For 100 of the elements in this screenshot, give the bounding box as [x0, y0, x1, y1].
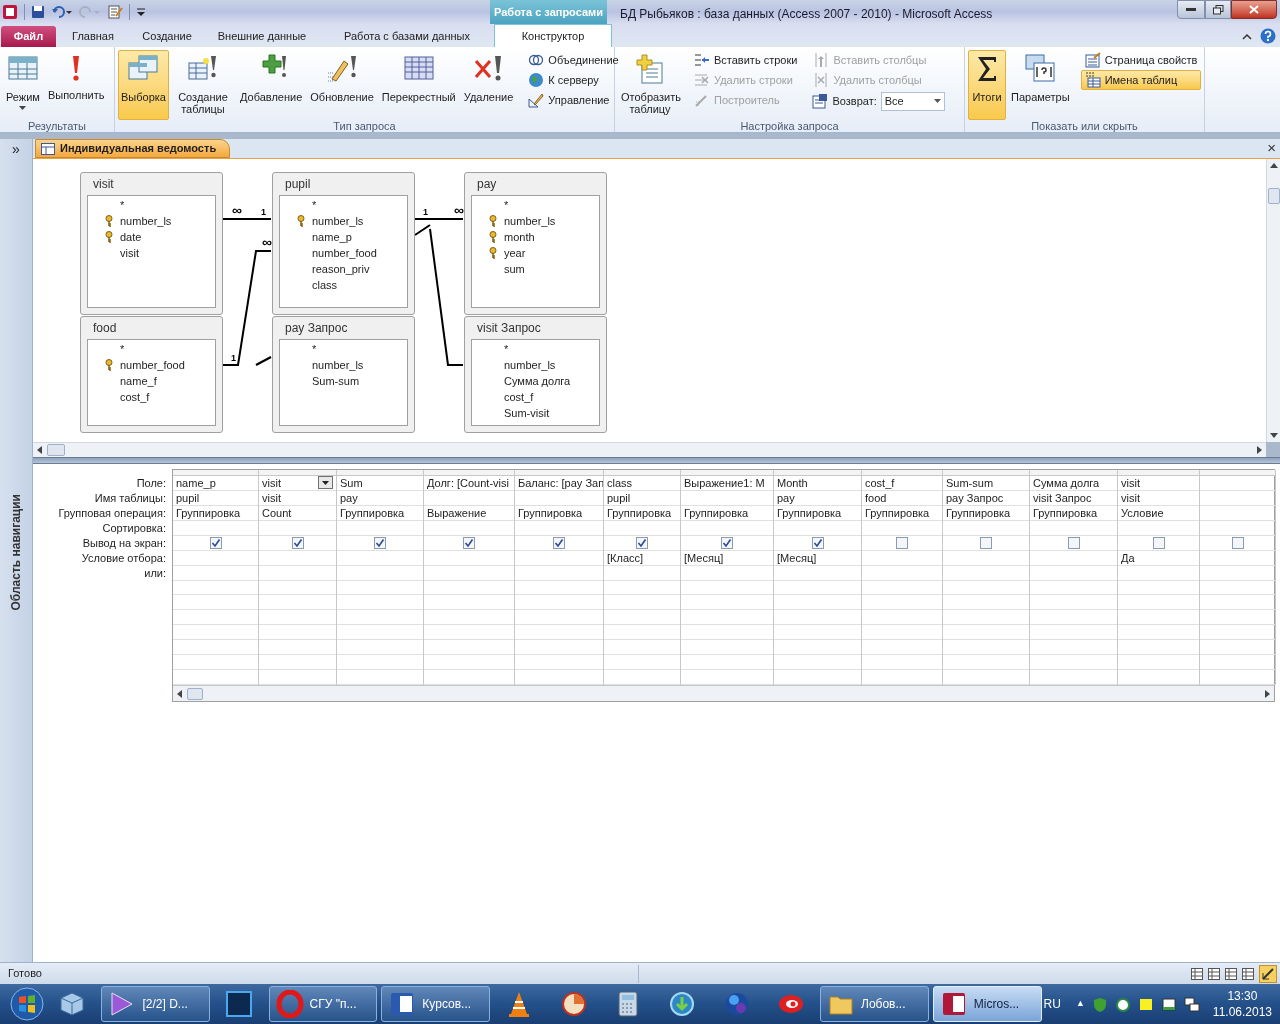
taskbar-button[interactable]: Лобов...: [820, 986, 929, 1022]
join-line[interactable]: [255, 356, 272, 366]
taskbar-button[interactable]: Курсов...: [381, 986, 491, 1022]
field-name[interactable]: number_ls: [312, 212, 364, 230]
show-checkbox[interactable]: [374, 536, 386, 549]
field-cell[interactable]: Sum-sum: [946, 475, 994, 490]
show-checkbox[interactable]: [980, 536, 992, 549]
ribbon-tab[interactable]: Внешние данные: [204, 26, 320, 47]
table-cell[interactable]: pay: [777, 490, 795, 505]
close-button[interactable]: [1231, 0, 1277, 19]
table-cell[interactable]: pupil: [607, 490, 631, 505]
field-name[interactable]: date: [120, 228, 142, 246]
pivot-table-icon[interactable]: [1208, 967, 1220, 980]
field-name[interactable]: *: [312, 196, 317, 214]
ribbon-button[interactable]: Выборка: [118, 50, 169, 120]
table-cell[interactable]: pay Запрос: [946, 490, 1004, 505]
field-name[interactable]: Сумма долга: [504, 372, 571, 390]
show-checkbox[interactable]: [1231, 536, 1244, 549]
field-name[interactable]: cost_f: [120, 388, 150, 406]
show-checkbox[interactable]: [463, 536, 475, 549]
field-name[interactable]: number_ls: [504, 356, 556, 374]
table-box[interactable]: food * number_food name_f cost_f: [80, 316, 223, 433]
join-line[interactable]: [222, 250, 272, 366]
show-checkbox[interactable]: [291, 536, 304, 549]
start-button[interactable]: [8, 985, 46, 1023]
table-cell[interactable]: visit: [1121, 490, 1140, 505]
field-name[interactable]: *: [120, 340, 125, 358]
field-cell[interactable]: Баланс: [pay Зап: [518, 475, 603, 490]
field-name[interactable]: number_ls: [312, 356, 364, 374]
taskbar-button[interactable]: СГУ "п...: [268, 986, 378, 1022]
field-name[interactable]: *: [312, 340, 317, 358]
ribbon-button[interactable]: Выполнить: [44, 50, 108, 120]
ribbon-button[interactable]: Удаление: [460, 50, 517, 120]
total-cell[interactable]: Группировка: [1033, 505, 1098, 520]
join-line[interactable]: [414, 224, 464, 366]
ribbon-button[interactable]: Добавление: [236, 50, 306, 120]
undo-icon[interactable]: [51, 5, 73, 19]
scroll-right-icon[interactable]: [1257, 446, 1262, 454]
document-icon[interactable]: [107, 4, 123, 20]
ribbon-button[interactable]: Перекрестный: [378, 50, 459, 120]
ribbon-button[interactable]: Режим: [3, 50, 43, 120]
show-checkbox[interactable]: [811, 536, 824, 549]
table-cell[interactable]: visit: [262, 490, 281, 505]
criteria-cell[interactable]: [Месяц]: [777, 550, 817, 565]
show-checkbox[interactable]: [721, 536, 733, 549]
table-box[interactable]: pupil * number_ls name_p number_food reason_priv class: [272, 172, 415, 315]
total-cell[interactable]: Выражение: [427, 505, 487, 520]
table-cell[interactable]: pay: [340, 490, 358, 505]
scroll-left-icon[interactable]: [177, 689, 182, 698]
field-name[interactable]: *: [504, 340, 509, 358]
ribbon-button[interactable]: Параметры: [1008, 50, 1073, 120]
criteria-cell[interactable]: [Класс]: [607, 550, 644, 565]
show-checkbox[interactable]: [209, 536, 222, 549]
show-checkbox[interactable]: [636, 536, 648, 549]
horizontal-scrollbar[interactable]: [33, 442, 1266, 457]
field-name[interactable]: year: [504, 244, 526, 262]
field-cell[interactable]: visit: [262, 475, 281, 490]
field-name[interactable]: name_f: [120, 372, 157, 390]
join-line[interactable]: [222, 218, 272, 220]
ribbon-button[interactable]: Страница свойств: [1080, 50, 1202, 70]
collapse-ribbon-icon[interactable]: [1242, 32, 1252, 40]
scroll-up-icon[interactable]: [1269, 163, 1278, 168]
field-cell[interactable]: visit: [1121, 475, 1140, 490]
shield-icon[interactable]: [1091, 996, 1108, 1012]
taskbar-button[interactable]: [2/2] D...: [101, 986, 211, 1022]
scroll-thumb[interactable]: [1267, 188, 1280, 204]
close-document-button[interactable]: ×: [1267, 139, 1276, 157]
window-icon[interactable]: [1160, 996, 1177, 1012]
clock-button[interactable]: 13:30 11.06.2013: [1212, 988, 1272, 1020]
field-name[interactable]: cost_f: [504, 388, 534, 406]
save-icon[interactable]: [31, 5, 45, 19]
total-cell[interactable]: Группировка: [865, 505, 930, 520]
scroll-down-icon[interactable]: [1269, 433, 1278, 438]
ribbon-button[interactable]: Обновление: [307, 50, 377, 120]
field-cell[interactable]: class: [607, 475, 633, 490]
field-name[interactable]: name_p: [312, 228, 352, 246]
expand-button[interactable]: »: [2, 140, 30, 158]
note-icon[interactable]: [1137, 996, 1154, 1012]
ribbon-tab[interactable]: Конструктор: [494, 24, 612, 47]
field-name[interactable]: number_food: [312, 244, 377, 262]
ribbon-button[interactable]: Итоги: [968, 50, 1006, 120]
criteria-cell[interactable]: [Месяц]: [684, 550, 724, 565]
table-cell[interactable]: visit Запрос: [1033, 490, 1092, 505]
design-view-button[interactable]: [1259, 964, 1277, 983]
show-checkbox[interactable]: [1152, 536, 1165, 549]
gauge-icon[interactable]: [1114, 996, 1131, 1012]
criteria-cell[interactable]: Да: [1121, 550, 1135, 565]
ribbon-button[interactable]: Вставить строки: [690, 50, 802, 70]
field-cell[interactable]: Выражение1: М: [684, 475, 765, 490]
sql-view-icon[interactable]: [1242, 967, 1254, 980]
pivot-chart-icon[interactable]: [1225, 967, 1237, 980]
field-cell[interactable]: name_p: [176, 475, 216, 490]
total-cell[interactable]: Группировка: [946, 505, 1011, 520]
field-cell[interactable]: Month: [777, 475, 808, 490]
total-cell[interactable]: Count: [262, 505, 292, 520]
ribbon-tab[interactable]: Файл: [1, 26, 56, 47]
ribbon-button[interactable]: Создание таблицы: [170, 50, 235, 120]
restore-button[interactable]: [1205, 0, 1231, 19]
total-cell[interactable]: Группировка: [777, 505, 842, 520]
field-name[interactable]: Sum-sum: [312, 372, 360, 390]
